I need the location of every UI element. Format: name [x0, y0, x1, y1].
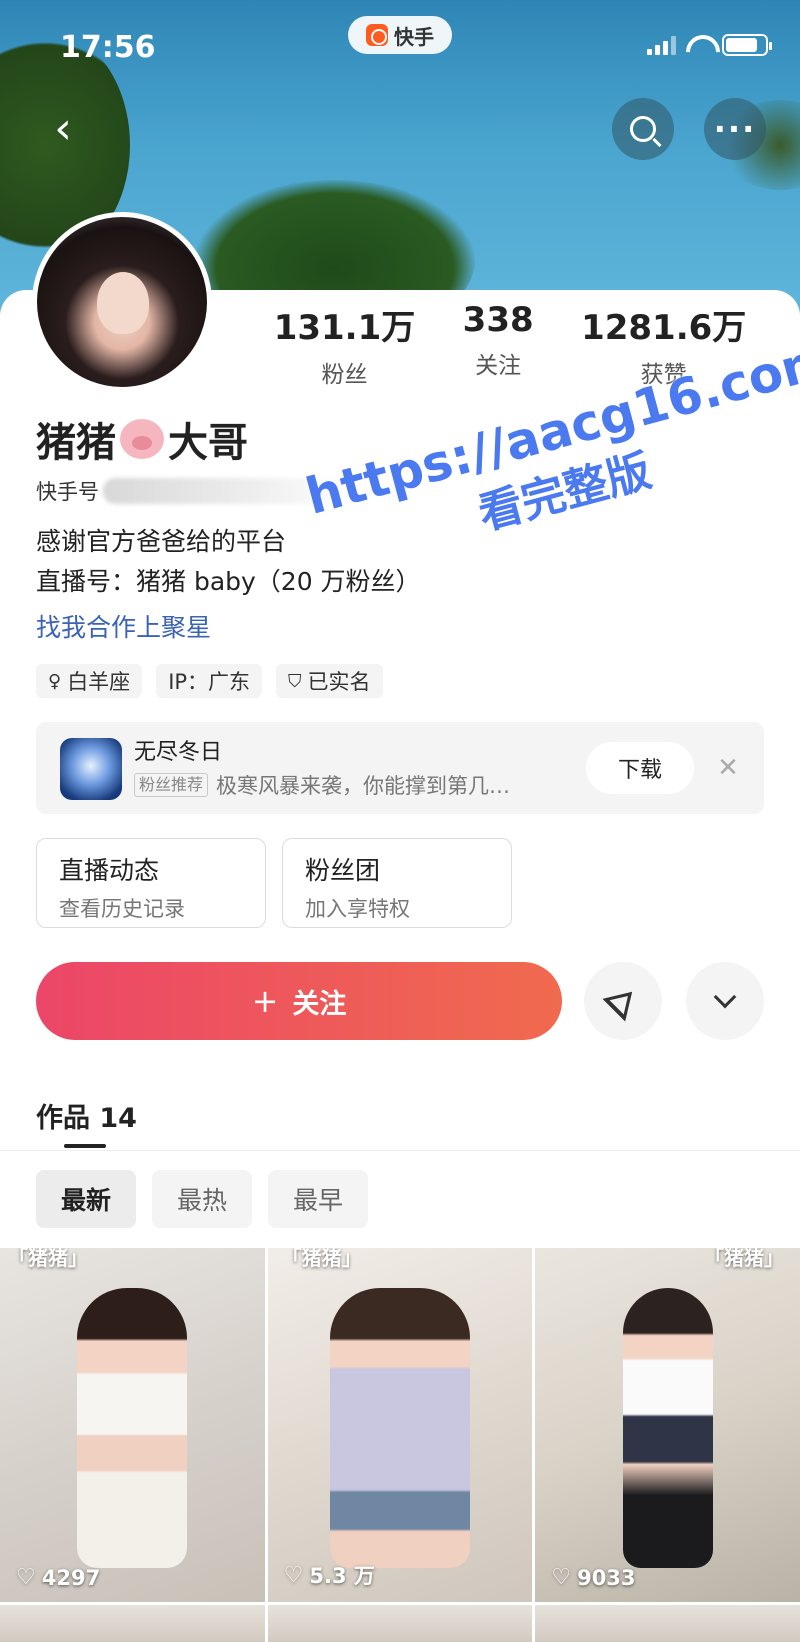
sort-newest[interactable]: 最新: [36, 1170, 136, 1228]
fan-club-card[interactable]: 粉丝团 加入享特权: [282, 838, 512, 928]
like-count: ♡ 4297: [16, 1565, 100, 1590]
sort-options: 最新 最热 最早: [36, 1170, 368, 1228]
card-subtitle: 加入享特权: [305, 897, 410, 921]
video-thumbnail[interactable]: 「猪猪」 ♡ 9033: [535, 1248, 800, 1602]
stat-label: 粉丝: [321, 362, 368, 388]
video-thumbnail[interactable]: 「猪猪」 ♡ 5.3 万: [267, 1248, 533, 1602]
sort-hottest[interactable]: 最热: [152, 1170, 252, 1228]
app-indicator[interactable]: 快手: [348, 16, 452, 54]
game-app-icon: [60, 738, 122, 800]
thumbnail-image: [77, 1288, 188, 1568]
kuaishou-logo-icon: [366, 24, 388, 46]
plus-icon: +: [251, 982, 279, 1020]
app-name: 快手: [394, 24, 434, 49]
like-count-value: 4297: [41, 1565, 101, 1590]
heart-icon: ♡: [283, 1562, 304, 1588]
share-button[interactable]: [584, 962, 662, 1040]
status-icons: [647, 34, 772, 56]
heart-icon: ♡: [551, 1565, 572, 1590]
tab-underline: [64, 1144, 106, 1148]
like-count: ♡ 9033: [551, 1565, 635, 1590]
chevron-left-icon: ‹: [54, 103, 72, 154]
cooperation-link[interactable]: 找我合作上聚星: [36, 608, 211, 644]
stat-value: 1281.6万: [581, 308, 747, 348]
stat-value: 131.1万: [273, 308, 416, 348]
card-title: 粉丝团: [305, 856, 381, 885]
thumbnail-image: [330, 1288, 470, 1568]
tag-zodiac[interactable]: ♀ 白羊座: [36, 664, 143, 698]
close-icon[interactable]: ✕: [708, 748, 748, 788]
bio-line: 直播号：猪猪 baby（20 万粉丝）: [36, 567, 421, 596]
works-grid-next-row: [0, 1605, 800, 1642]
profile-tags: ♀ 白羊座 IP：广东 ⛉ 已实名: [36, 664, 383, 698]
chevron-down-icon: [713, 985, 737, 1009]
card-subtitle: 查看历史记录: [59, 897, 185, 921]
tag-label: 白羊座: [67, 670, 131, 694]
kuaishou-id-value-blurred: [103, 478, 353, 504]
like-count-value: 9033: [577, 1565, 636, 1590]
card-title: 直播动态: [59, 856, 160, 885]
ad-description: 极寒风暴来袭，你能撑到第几…: [216, 774, 511, 798]
profile-stats: 131.1万 粉丝 338 关注 1281.6万 获赞: [250, 300, 770, 389]
profile-name-suffix: 大哥: [168, 420, 248, 466]
profile-name-prefix: 猪猪: [36, 420, 116, 466]
tag-ip[interactable]: IP：广东: [156, 664, 263, 698]
more-button[interactable]: ···: [704, 98, 766, 160]
bio-line: 感谢官方爸爸给的平台: [36, 527, 287, 556]
pig-emoji-icon: [120, 419, 164, 459]
kuaishou-id[interactable]: 快手号: [36, 476, 353, 506]
sort-oldest[interactable]: 最早: [268, 1170, 368, 1228]
like-count-value: 5.3 万: [309, 1564, 375, 1588]
video-thumbnail[interactable]: [0, 1605, 265, 1642]
stat-label: 关注: [475, 353, 522, 379]
signal-icon: [647, 35, 676, 55]
verified-shield-icon: ⛉: [288, 670, 302, 692]
video-thumbnail[interactable]: [535, 1605, 800, 1642]
works-grid: 「猪猪」 ♡ 4297 「猪猪」 ♡ 5.3 万 「猪猪」 ♡ 9033: [0, 1248, 800, 1602]
video-thumbnail[interactable]: 「猪猪」 ♡ 4297: [0, 1248, 265, 1602]
stat-following[interactable]: 338 关注: [463, 300, 534, 389]
divider: [0, 1150, 800, 1151]
status-time: 17:56: [60, 30, 156, 65]
thumbnail-caption: 「猪猪」: [8, 1248, 88, 1270]
more-dropdown-button[interactable]: [686, 962, 764, 1040]
tab-works[interactable]: 作品 14: [36, 1096, 137, 1135]
ad-badge: 粉丝推荐: [134, 773, 209, 797]
tag-verified[interactable]: ⛉ 已实名: [276, 664, 383, 698]
follow-button[interactable]: + 关注: [36, 962, 562, 1040]
stat-likes[interactable]: 1281.6万 获赞: [581, 300, 746, 389]
video-thumbnail[interactable]: [267, 1605, 533, 1642]
stat-value: 338: [462, 300, 534, 340]
more-icon: ···: [713, 110, 757, 148]
tag-label: IP：广东: [168, 670, 251, 694]
profile-name: 猪猪 大哥: [36, 410, 248, 468]
wifi-icon: [686, 35, 712, 55]
like-count: ♡ 5.3 万: [284, 1560, 375, 1590]
search-icon: [630, 116, 656, 142]
female-icon: ♀: [48, 670, 62, 692]
send-icon: [602, 980, 644, 1022]
follow-label: 关注: [292, 988, 347, 1020]
search-button[interactable]: [612, 98, 674, 160]
live-history-card[interactable]: 直播动态 查看历史记录: [36, 838, 266, 928]
battery-icon: [722, 34, 772, 56]
stat-label: 获赞: [640, 362, 687, 388]
heart-icon: ♡: [16, 1565, 36, 1590]
avatar[interactable]: [32, 212, 212, 392]
stat-followers[interactable]: 131.1万 粉丝: [274, 300, 416, 389]
ad-banner[interactable]: 无尽冬日 粉丝推荐 极寒风暴来袭，你能撑到第几… 下载 ✕: [36, 722, 764, 814]
ad-subtitle: 粉丝推荐 极寒风暴来袭，你能撑到第几…: [134, 770, 510, 800]
download-button[interactable]: 下载: [586, 742, 694, 794]
tag-label: 已实名: [307, 670, 371, 694]
thumbnail-caption: 「猪猪」: [281, 1248, 362, 1270]
thumbnail-image: [622, 1288, 713, 1568]
kuaishou-id-label: 快手号: [36, 480, 99, 504]
ad-title: 无尽冬日: [134, 740, 223, 765]
thumbnail-caption: 「猪猪」: [704, 1248, 785, 1270]
back-button[interactable]: ‹: [38, 104, 88, 154]
